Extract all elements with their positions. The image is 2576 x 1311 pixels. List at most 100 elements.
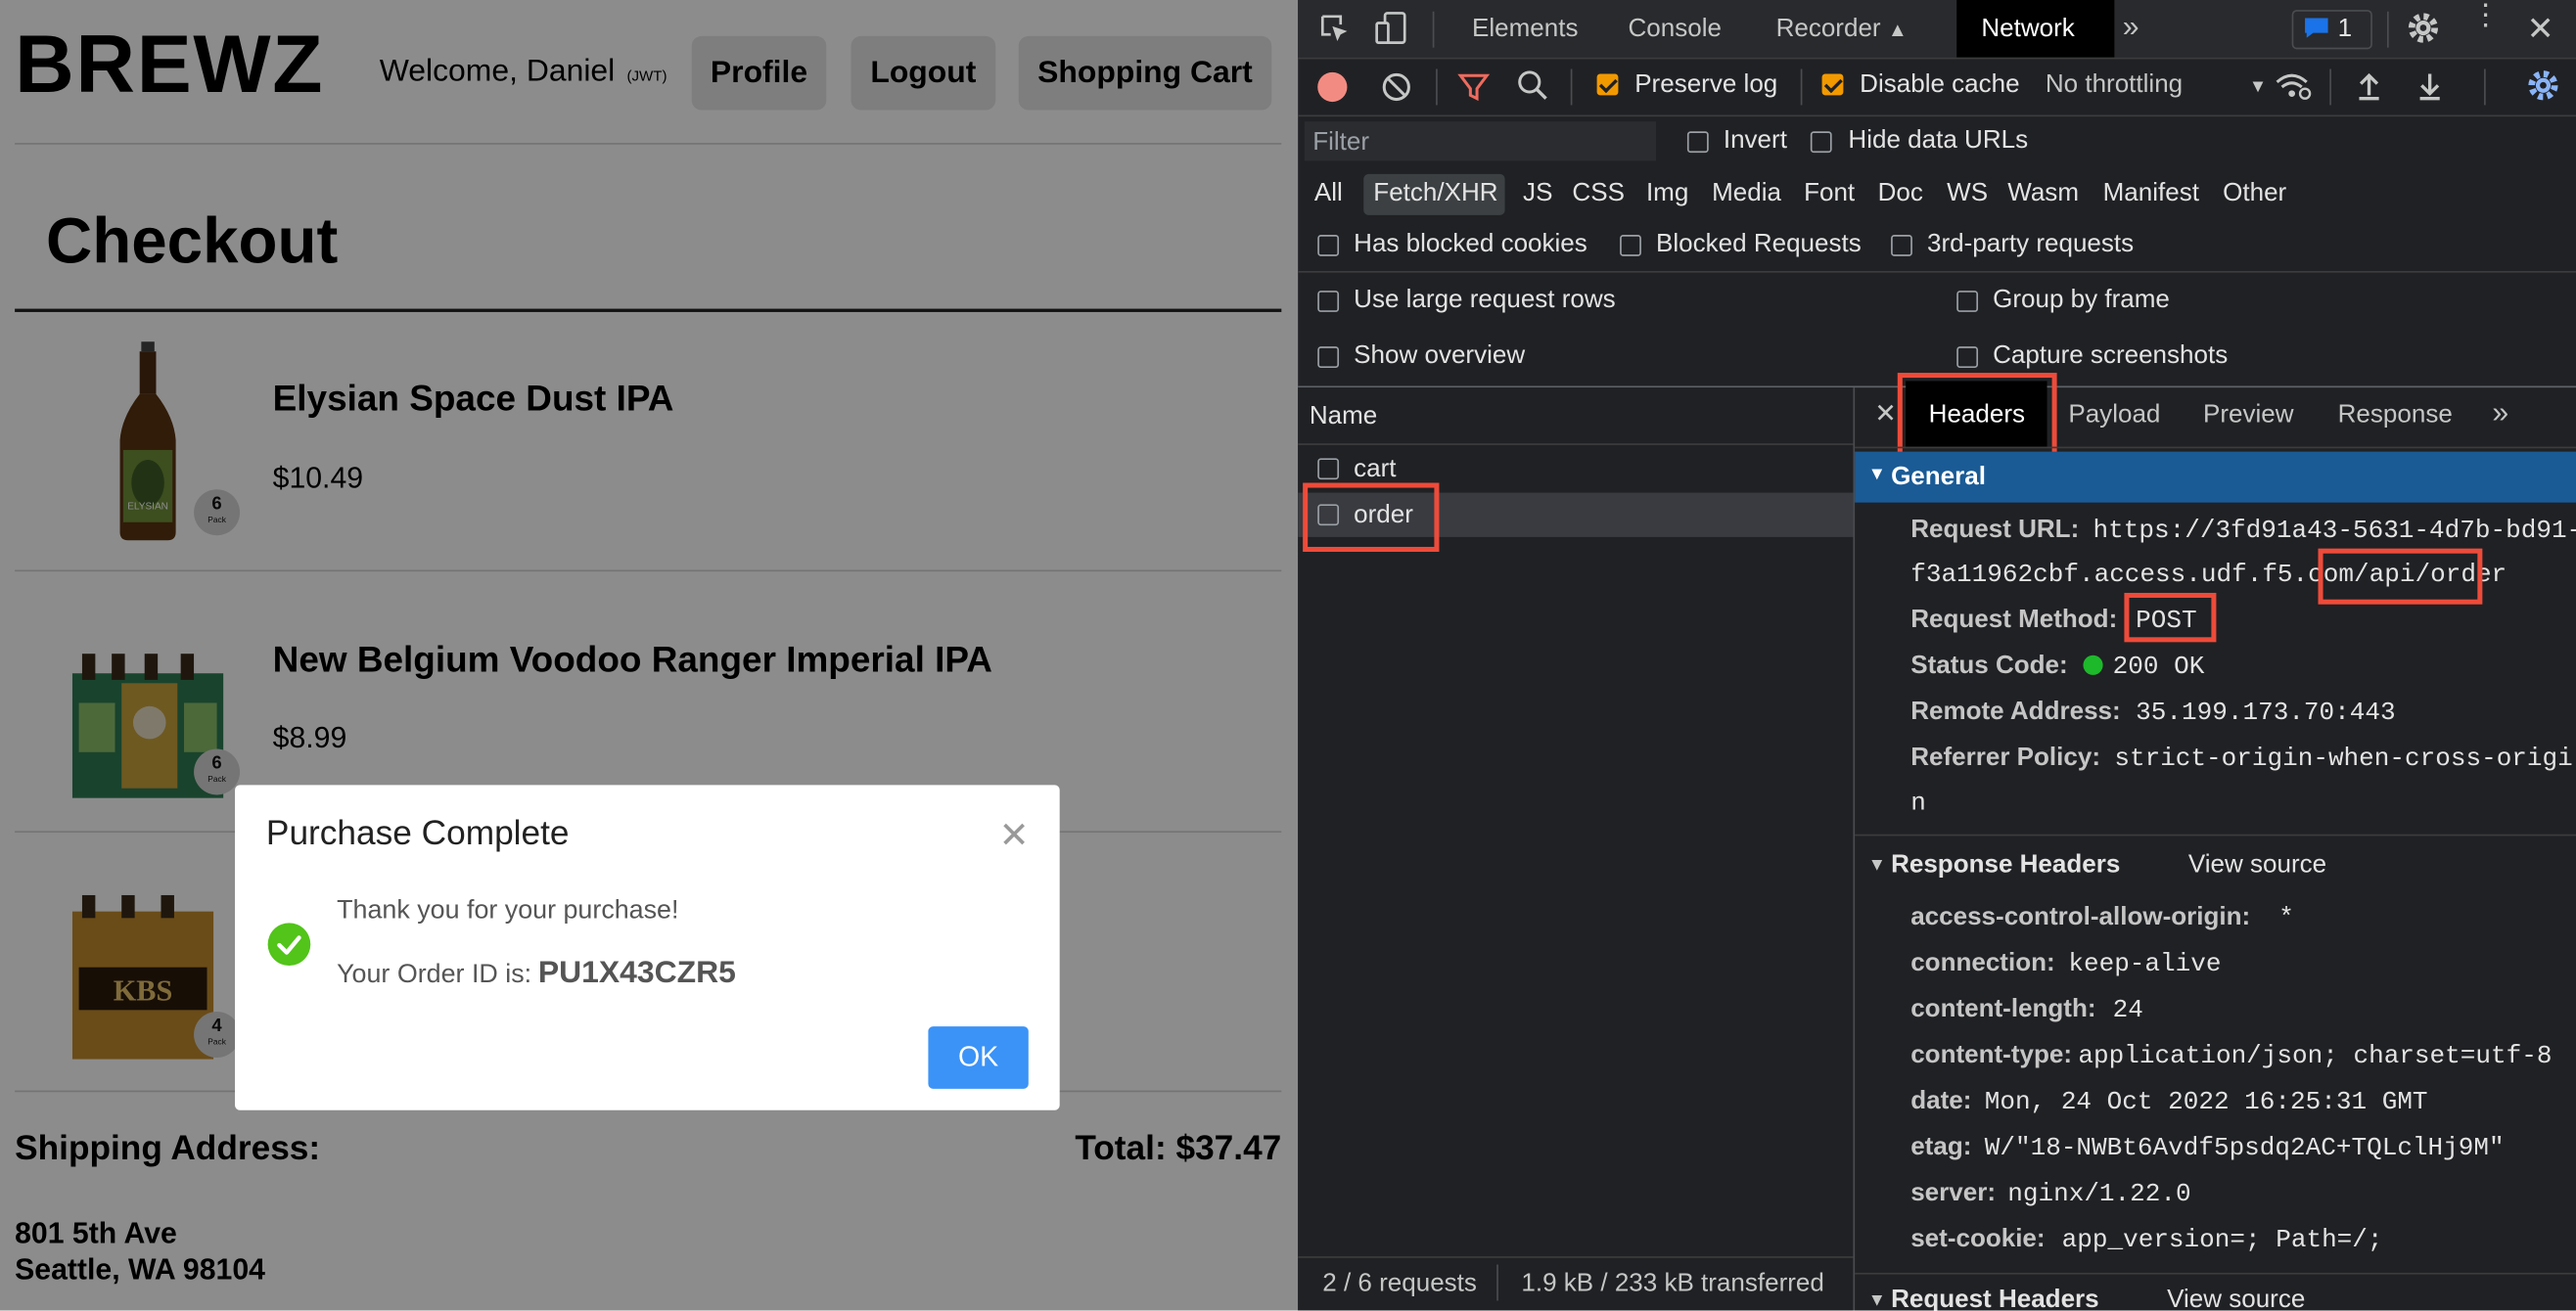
response-header-value: *	[2278, 903, 2294, 933]
triangle-down-icon[interactable]: ▼	[1868, 1290, 1886, 1310]
modal-message: Thank you for your purchase!	[337, 896, 679, 926]
referrer-policy-value-line2: n	[1910, 788, 1926, 818]
device-toolbar-icon[interactable]	[1375, 10, 1408, 54]
invert-checkbox[interactable]	[1686, 131, 1709, 154]
ok-button[interactable]: OK	[928, 1026, 1029, 1089]
order-id-line: Your Order ID is: PU1X43CZR5	[337, 956, 736, 992]
divider	[1855, 834, 2576, 836]
toolbar-separator	[2484, 68, 2486, 106]
has-blocked-cookies-label: Has blocked cookies	[1354, 230, 1587, 258]
tab-response[interactable]: Response	[2338, 401, 2453, 430]
remote-address-key: Remote Address:	[1910, 698, 2121, 726]
request-row-checkbox[interactable]	[1317, 458, 1340, 480]
inspect-element-icon[interactable]	[1317, 12, 1351, 53]
referrer-policy-value-line1: strict-origin-when-cross-origi	[2114, 744, 2573, 774]
third-party-requests-checkbox[interactable]	[1891, 235, 1912, 256]
modal-title: Purchase Complete	[265, 814, 570, 853]
record-icon[interactable]	[1317, 71, 1348, 103]
group-by-frame-checkbox[interactable]	[1956, 291, 1979, 312]
issues-counter[interactable]: 1	[2291, 10, 2372, 50]
tab-console[interactable]: Console	[1628, 15, 1721, 44]
type-filter-doc[interactable]: Doc	[1878, 179, 1923, 208]
divider	[1298, 443, 1854, 445]
blocked-requests-label: Blocked Requests	[1656, 230, 1862, 258]
import-har-icon[interactable]	[2354, 69, 2383, 111]
pane-splitter[interactable]	[1853, 387, 1856, 1311]
blocked-requests-checkbox[interactable]	[1620, 235, 1641, 256]
request-headers-title[interactable]: Request Headers	[1891, 1286, 2099, 1310]
response-header-key: etag:	[1910, 1133, 1972, 1161]
triangle-down-icon: ▼	[1867, 465, 1886, 485]
type-filter-fetch-xhr[interactable]: Fetch/XHR	[1373, 179, 1497, 208]
third-party-requests-label: 3rd-party requests	[1926, 230, 2135, 258]
modal-backdrop[interactable]	[0, 0, 1299, 1311]
general-title: General	[1891, 463, 1986, 491]
type-filter-font[interactable]: Font	[1804, 179, 1855, 208]
settings-gear-icon[interactable]	[2405, 10, 2441, 54]
large-request-rows-checkbox[interactable]	[1317, 291, 1340, 312]
tab-preview[interactable]: Preview	[2203, 401, 2294, 430]
more-tabs-icon[interactable]: »	[2123, 10, 2139, 44]
request-headers-view-source[interactable]: View source	[2167, 1286, 2305, 1310]
toolbar-separator	[2329, 68, 2331, 106]
toolbar-separator	[1800, 68, 1803, 106]
invert-label: Invert	[1723, 126, 1787, 155]
filter-icon[interactable]	[1457, 70, 1491, 112]
tab-elements[interactable]: Elements	[1472, 15, 1578, 44]
status-code-key: Status Code:	[1910, 652, 2068, 680]
issues-icon	[2303, 17, 2329, 48]
close-icon[interactable]: ✕	[999, 815, 1030, 858]
response-headers-view-source[interactable]: View source	[2188, 851, 2326, 881]
response-header-key: date:	[1910, 1087, 1972, 1115]
name-column-header[interactable]: Name	[1310, 402, 1377, 431]
referrer-policy-key: Referrer Policy:	[1910, 744, 2101, 772]
search-icon[interactable]	[1516, 69, 1549, 111]
response-header-key: server:	[1910, 1179, 1997, 1207]
status-code-value: 200 OK	[2112, 652, 2205, 682]
tab-recorder[interactable]: Recorder ▲	[1776, 15, 1908, 44]
response-headers-title[interactable]: Response Headers	[1891, 851, 2120, 881]
kebab-menu-icon[interactable]: ⋮	[2471, 0, 2501, 29]
type-filter-media[interactable]: Media	[1712, 179, 1781, 208]
divider	[1298, 57, 2576, 60]
divider	[1855, 446, 2576, 449]
divider	[1298, 270, 2576, 273]
type-filter-all[interactable]: All	[1314, 179, 1343, 208]
hide-data-urls-checkbox[interactable]	[1810, 131, 1832, 154]
tab-payload[interactable]: Payload	[2068, 401, 2160, 430]
export-har-icon[interactable]	[2415, 69, 2445, 111]
close-devtools-icon[interactable]: ✕	[2527, 8, 2554, 49]
clear-icon[interactable]	[1380, 70, 1413, 112]
network-settings-gear-icon[interactable]	[2525, 68, 2561, 112]
type-filter-other[interactable]: Other	[2223, 179, 2286, 208]
tab-network-label: Network	[1981, 15, 2075, 43]
type-filter-wasm[interactable]: Wasm	[2007, 179, 2079, 208]
filter-placeholder: Filter	[1312, 127, 1370, 157]
triangle-down-icon[interactable]: ▼	[1868, 856, 1886, 876]
type-filter-css[interactable]: CSS	[1572, 179, 1625, 208]
request-url-host: f3a11962cbf.access.udf.f5.co	[1910, 560, 2339, 590]
network-conditions-icon[interactable]	[2274, 69, 2313, 111]
hide-data-urls-label: Hide data URLs	[1848, 126, 2029, 155]
type-filter-img[interactable]: Img	[1646, 179, 1688, 208]
success-check-icon	[267, 923, 311, 967]
large-request-rows-label: Use large request rows	[1354, 286, 1616, 314]
show-overview-checkbox[interactable]	[1317, 346, 1340, 369]
brewz-app: BREWZ Welcome, Daniel (JWT) Profile Logo…	[0, 0, 1299, 1311]
more-detail-tabs-icon[interactable]: »	[2492, 396, 2508, 430]
preserve-log-checkbox[interactable]	[1596, 73, 1619, 96]
throttling-select[interactable]: No throttling ▼	[2046, 70, 2267, 100]
order-id: PU1X43CZR5	[537, 955, 736, 991]
toolbar-separator	[1432, 11, 1435, 48]
capture-screenshots-checkbox[interactable]	[1956, 346, 1979, 369]
type-filter-manifest[interactable]: Manifest	[2103, 179, 2199, 208]
has-blocked-cookies-checkbox[interactable]	[1317, 235, 1340, 256]
response-header-value: 24	[2112, 995, 2143, 1025]
disable-cache-checkbox[interactable]	[1821, 73, 1844, 96]
toolbar-separator	[1570, 68, 1573, 106]
type-filter-ws[interactable]: WS	[1947, 179, 1988, 208]
close-details-icon[interactable]: ✕	[1874, 397, 1897, 430]
show-overview-label: Show overview	[1354, 341, 1526, 370]
status-separator	[1496, 1264, 1498, 1301]
type-filter-js[interactable]: JS	[1523, 179, 1552, 208]
